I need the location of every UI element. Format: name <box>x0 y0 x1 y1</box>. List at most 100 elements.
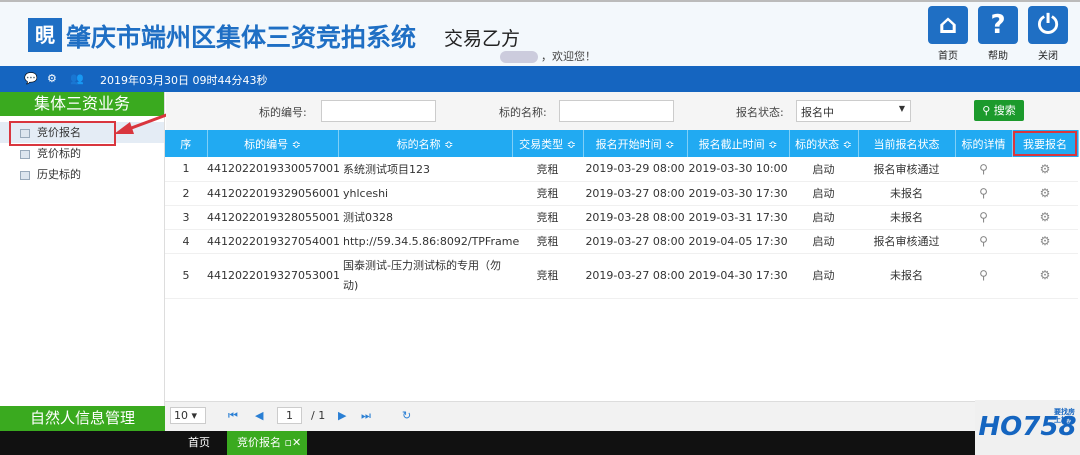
close-button[interactable]: ⏻ 关闭 <box>1027 6 1069 62</box>
detail-cell: ⚲ <box>955 181 1012 206</box>
table-cell: 4412022019328055001 <box>207 205 340 230</box>
table-cell: 未报名 <box>858 181 955 206</box>
table-cell: 3 <box>165 205 207 230</box>
signup-cell: ⚙ <box>1012 205 1078 230</box>
close-tab-icon[interactable]: ✕ <box>292 436 301 449</box>
table-cell: 系统测试项目123 <box>338 157 512 182</box>
table-cell: 4 <box>165 229 207 254</box>
table-cell: 2019-03-30 10:00 <box>687 157 789 182</box>
signup-gear-icon[interactable]: ⚙ <box>1040 210 1051 224</box>
users-icon[interactable]: 👥 <box>70 72 84 85</box>
table-cell: 竞租 <box>512 229 583 254</box>
detail-search-icon[interactable]: ⚲ <box>979 162 988 176</box>
help-icon: ? <box>978 6 1018 44</box>
tab-home[interactable]: 首页 <box>188 431 210 455</box>
column-header[interactable]: 标的状态 ≎ <box>789 130 859 157</box>
table-row: 5 4412022019327053001 国泰测试-压力测试标的专用（勿动) 竞租 2… <box>165 253 1078 299</box>
search-button[interactable]: ⚲ 搜索 <box>974 100 1024 121</box>
detail-cell: ⚲ <box>955 253 1012 299</box>
name-input[interactable] <box>559 100 674 122</box>
home-button[interactable]: ⌂ 首页 <box>927 6 969 62</box>
signup-gear-icon[interactable]: ⚙ <box>1040 268 1051 282</box>
sidebar-item-bid-targets[interactable]: 竞价标的 <box>0 143 164 164</box>
table-cell: 启动 <box>789 157 858 182</box>
table-cell: 4412022019327053001 <box>207 253 340 299</box>
sidebar-section-person-info[interactable]: 自然人信息管理 <box>0 406 165 431</box>
pagination: 10 ▾ ⏮ ◀ 1 / 1 ▶ ⏭ ↻ <box>165 401 975 431</box>
column-header[interactable]: 交易类型 ≎ <box>512 130 584 157</box>
column-header[interactable]: 报名开始时间 ≎ <box>583 130 688 157</box>
list-icon <box>20 128 30 138</box>
detail-search-icon[interactable]: ⚲ <box>979 210 988 224</box>
message-icon[interactable]: 💬 <box>24 72 38 85</box>
status-value: 报名中 <box>801 106 834 119</box>
signup-gear-icon[interactable]: ⚙ <box>1040 186 1051 200</box>
home-label: 首页 <box>938 51 958 62</box>
signup-cell: ⚙ <box>1012 157 1078 182</box>
name-label: 标的名称: <box>499 106 547 119</box>
sidebar-item-label: 历史标的 <box>37 168 81 181</box>
table-cell: 5 <box>165 253 207 299</box>
detail-search-icon[interactable]: ⚲ <box>979 268 988 282</box>
page-size-value: 10 <box>174 409 188 422</box>
app-title: 肇庆市端州区集体三资竞拍系统 <box>66 23 417 52</box>
watermark-logo: HO758 要找房 上雄房 <box>975 400 1080 455</box>
table-cell: 2019-03-30 17:30 <box>687 181 789 206</box>
search-icon: ⚲ <box>982 104 994 117</box>
refresh-button[interactable]: ↻ <box>402 409 411 422</box>
prev-page-button[interactable]: ◀ <box>255 409 263 422</box>
column-header[interactable]: 报名截止时间 ≎ <box>687 130 790 157</box>
table-cell: 国泰测试-压力测试标的专用（勿动) <box>338 253 512 299</box>
column-header[interactable]: 标的名称 ≎ <box>338 130 513 157</box>
bid-table: 序标的编号 ≎ 标的名称 ≎ 交易类型 ≎ 报名开始时间 ≎ 报名截止时间 ≎ 标的状态 … <box>165 130 1079 299</box>
table-cell: http://59.34.5.86:8092/TPFrame <box>338 229 519 254</box>
help-button[interactable]: ? 帮助 <box>977 6 1019 62</box>
next-page-button[interactable]: ▶ <box>338 409 346 422</box>
table-cell: 2019-03-27 08:00 <box>583 253 687 299</box>
detail-cell: ⚲ <box>955 157 1012 182</box>
signup-cell: ⚙ <box>1012 181 1078 206</box>
table-cell: 未报名 <box>858 205 955 230</box>
sidebar-item-history[interactable]: 历史标的 <box>0 164 164 185</box>
table-row: 3 4412022019328055001 测试0328 竞租 2019-03-28 0… <box>165 205 1078 230</box>
signup-cell: ⚙ <box>1012 229 1078 254</box>
detail-search-icon[interactable]: ⚲ <box>979 234 988 248</box>
signup-gear-icon[interactable]: ⚙ <box>1040 162 1051 176</box>
table-row: 1 4412022019330057001 系统测试项目123 竞租 2019-03-2… <box>165 157 1078 182</box>
page-size-select[interactable]: 10 ▾ <box>170 407 206 424</box>
restore-icon[interactable]: ▫ <box>285 436 292 449</box>
detail-cell: ⚲ <box>955 229 1012 254</box>
table-cell: 测试0328 <box>338 205 512 230</box>
column-header[interactable]: 标的编号 ≎ <box>207 130 339 157</box>
logo: 晛 <box>28 18 62 52</box>
table-cell: 竞租 <box>512 205 583 230</box>
column-header: 当前报名状态 <box>858 130 956 157</box>
username-blurred <box>500 51 538 63</box>
table-cell: 2019-03-31 17:30 <box>687 205 789 230</box>
column-header: 标的详情 <box>955 130 1013 157</box>
home-icon: ⌂ <box>928 6 968 44</box>
table-cell: 2019-04-05 17:30 <box>687 229 789 254</box>
last-page-button[interactable]: ⏭ <box>361 409 371 423</box>
tab-bar: 首页 竞价报名 ▫✕ <box>0 431 1080 455</box>
code-label: 标的编号: <box>259 106 307 119</box>
role-label: 交易乙方 <box>444 28 521 50</box>
header: 晛 肇庆市端州区集体三资竞拍系统 交易乙方 ，欢迎您！ ⌂ 首页 ? 帮助 ⏻ 关闭 <box>0 0 1080 66</box>
table-cell: 竞租 <box>512 181 583 206</box>
status-select[interactable]: 报名中 ▼ <box>796 100 911 122</box>
first-page-button[interactable]: ⏮ <box>228 409 238 423</box>
page-input[interactable]: 1 <box>277 407 302 424</box>
detail-search-icon[interactable]: ⚲ <box>979 186 988 200</box>
column-header: 我要报名 <box>1012 130 1079 157</box>
list-icon <box>20 170 30 180</box>
sidebar-item-label: 竞价标的 <box>37 147 81 160</box>
table-cell: yhlceshi <box>338 181 512 206</box>
table-cell: 2 <box>165 181 207 206</box>
gear-icon[interactable]: ⚙ <box>47 72 57 85</box>
tab-bid-signup[interactable]: 竞价报名 ▫✕ <box>227 431 307 455</box>
table-cell: 报名审核通过 <box>858 157 955 182</box>
table-cell: 4412022019330057001 <box>207 157 340 182</box>
signup-gear-icon[interactable]: ⚙ <box>1040 234 1051 248</box>
code-input[interactable] <box>321 100 436 122</box>
close-label: 关闭 <box>1038 51 1058 62</box>
